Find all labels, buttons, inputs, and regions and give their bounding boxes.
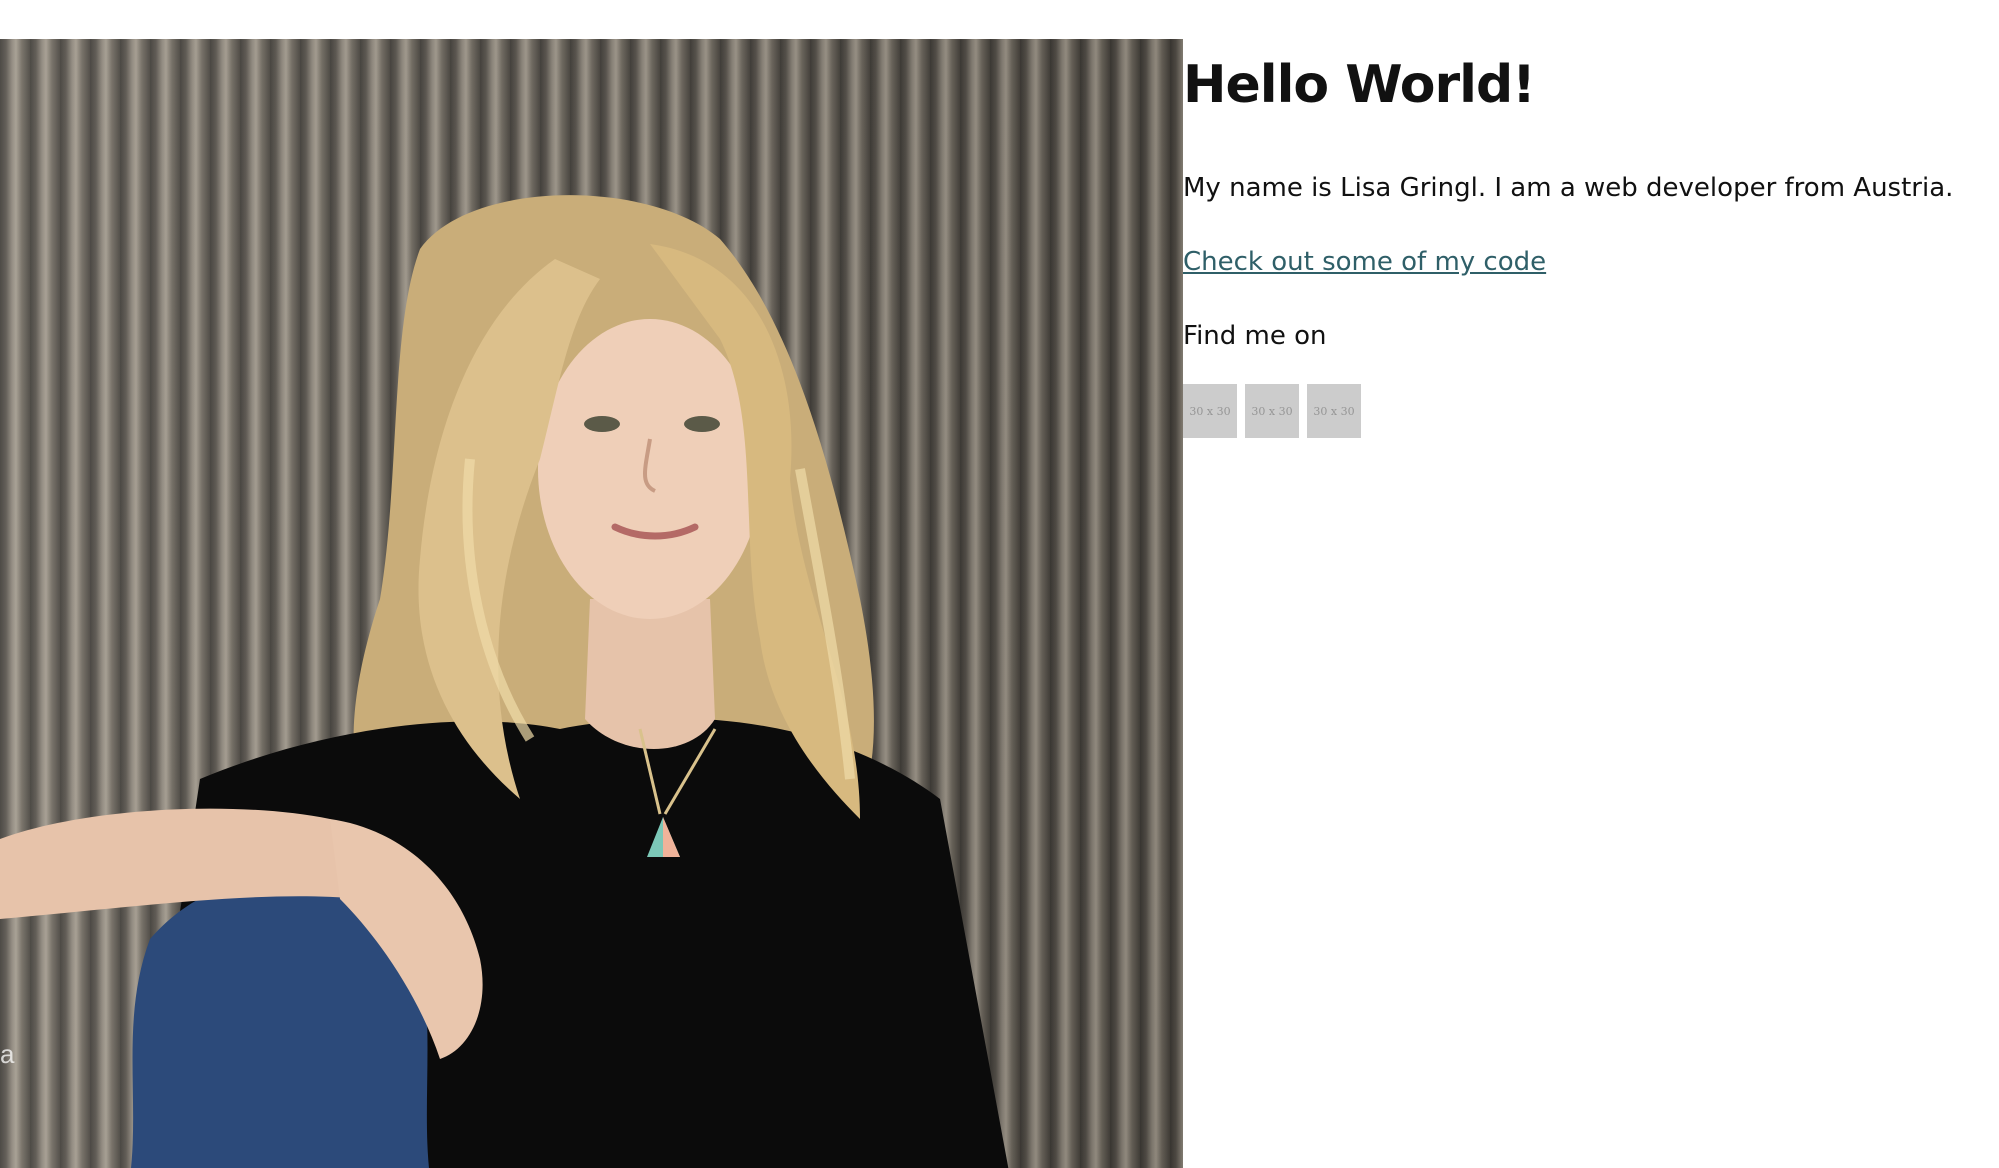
placeholder-icon-label: 30 x 30 (1189, 404, 1231, 418)
profile-photo: a (0, 39, 1183, 1168)
photo-watermark-letter: a (0, 1039, 15, 1069)
placeholder-icon-label: 30 x 30 (1313, 404, 1355, 418)
placeholder-icon[interactable]: 30 x 30 (1183, 384, 1237, 438)
find-me-label: Find me on (1183, 321, 1327, 351)
placeholder-icon-label: 30 x 30 (1251, 404, 1293, 418)
intro-text: My name is Lisa Gringl. I am a web devel… (1183, 173, 1954, 203)
page: a Hello World! My name is Lisa Gringl. I… (0, 0, 1999, 1168)
placeholder-icon[interactable]: 30 x 30 (1307, 384, 1361, 438)
placeholder-icon[interactable]: 30 x 30 (1245, 384, 1299, 438)
code-link[interactable]: Check out some of my code (1183, 242, 1546, 282)
intro-section: Hello World! My name is Lisa Gringl. I a… (1183, 40, 1973, 438)
social-links: 30 x 30 30 x 30 30 x 30 (1183, 384, 1973, 438)
portrait-illustration (0, 195, 1009, 1168)
page-title: Hello World! (1183, 55, 1536, 115)
